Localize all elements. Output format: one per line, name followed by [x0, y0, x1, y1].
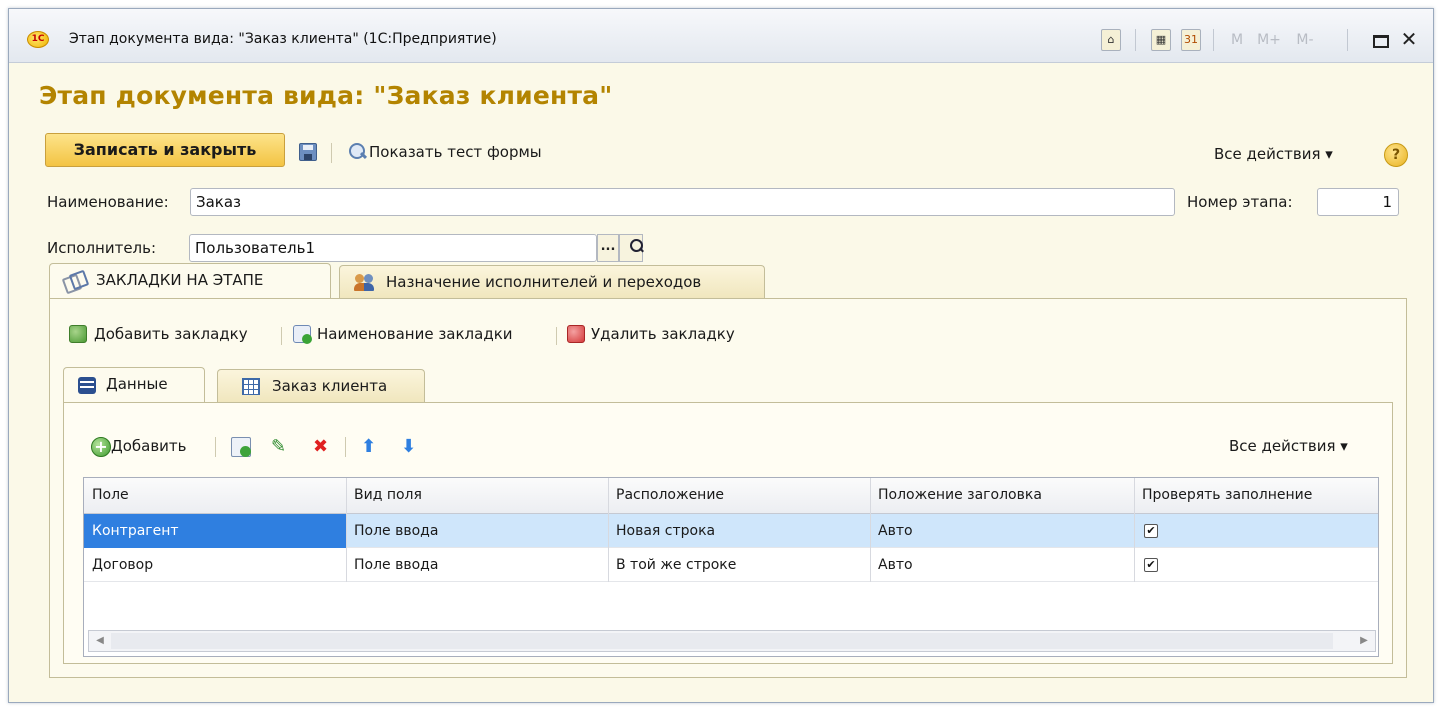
rename-bookmark-button[interactable]: Наименование закладки — [317, 325, 513, 343]
close-icon[interactable]: ✕ — [1397, 27, 1421, 53]
form-title: Этап документа вида: "Заказ клиента" — [39, 81, 613, 110]
copy-icon[interactable] — [231, 437, 251, 457]
command-separator — [281, 327, 282, 345]
chevron-down-icon: ▾ — [1325, 145, 1333, 163]
tab-label: Данные — [106, 375, 168, 393]
cell-title-position[interactable]: Авто — [870, 514, 1134, 548]
add-row-button[interactable]: Добавить — [111, 437, 187, 455]
table-header: Поле Вид поля Расположение Положение заг… — [84, 478, 1378, 514]
tab-label: Назначение исполнителей и переходов — [386, 273, 702, 291]
memory-plus-button[interactable]: M+ — [1255, 27, 1283, 53]
all-actions-label: Все действия — [1229, 437, 1336, 455]
chevron-down-icon: ▾ — [1340, 437, 1348, 455]
toolbar-separator — [1135, 29, 1136, 51]
calendar-icon[interactable]: 31 — [1181, 29, 1201, 51]
column-header-title-position[interactable]: Положение заголовка — [870, 478, 1134, 512]
cell-field[interactable]: Контрагент — [84, 514, 346, 548]
table-all-actions-menu[interactable]: Все действия ▾ — [1229, 437, 1348, 455]
window-title: Этап документа вида: "Заказ клиента" (1С… — [69, 31, 497, 47]
column-divider — [1134, 478, 1135, 582]
cell-field[interactable]: Договор — [84, 548, 346, 582]
tab-customer-order[interactable]: Заказ клиента — [217, 369, 425, 403]
tab-label: Заказ клиента — [272, 377, 388, 395]
scroll-left-icon[interactable]: ◀ — [89, 631, 111, 651]
all-actions-label: Все действия — [1214, 145, 1321, 163]
add-bookmark-button[interactable]: Добавить закладку — [94, 325, 248, 343]
command-separator — [556, 327, 557, 345]
fields-table: Поле Вид поля Расположение Положение заг… — [83, 477, 1379, 657]
executor-label: Исполнитель: — [47, 239, 157, 257]
check-filling-checkbox[interactable]: ✔ — [1144, 558, 1158, 572]
move-down-icon[interactable]: ⬇ — [401, 437, 416, 457]
command-separator — [345, 437, 346, 457]
delete-bookmark-icon[interactable] — [567, 325, 585, 343]
save-icon[interactable] — [299, 143, 317, 161]
scroll-thumb[interactable] — [111, 633, 1333, 649]
calculator-icon[interactable]: ▦ — [1151, 29, 1171, 51]
stage-number-label: Номер этапа: — [1187, 193, 1293, 211]
users-icon — [354, 274, 374, 292]
column-header-check-filling[interactable]: Проверять заполнение — [1134, 478, 1380, 512]
database-icon — [78, 377, 96, 394]
save-and-close-button[interactable]: Записать и закрыть — [45, 133, 285, 167]
memory-button[interactable]: M — [1227, 27, 1247, 53]
delete-icon[interactable]: ✖ — [313, 437, 328, 457]
add-bookmark-icon[interactable] — [69, 325, 87, 343]
edit-pencil-icon[interactable]: ✎ — [271, 437, 286, 457]
memory-minus-button[interactable]: M- — [1291, 27, 1319, 53]
toolbar-separator — [1213, 29, 1214, 51]
rename-bookmark-icon[interactable] — [293, 325, 312, 344]
executor-choice-button[interactable]: ... — [597, 234, 619, 262]
table-icon — [242, 378, 260, 395]
cell-title-position[interactable]: Авто — [870, 548, 1134, 582]
form-window: 1С Этап документа вида: "Заказ клиента" … — [8, 8, 1434, 703]
toolbar-separator — [1347, 29, 1348, 51]
tab-data[interactable]: Данные — [63, 367, 205, 403]
stage-number-field[interactable]: 1 — [1317, 188, 1399, 216]
add-row-icon[interactable]: + — [91, 437, 111, 457]
cell-placement[interactable]: В той же строке — [608, 548, 870, 582]
command-separator — [215, 437, 216, 457]
cell-kind[interactable]: Поле ввода — [346, 548, 608, 582]
column-divider — [346, 478, 347, 582]
table-row[interactable]: Контрагент Поле ввода Новая строка Авто … — [84, 514, 1378, 548]
scroll-right-icon[interactable]: ▶ — [1353, 631, 1375, 651]
table-row[interactable]: Договор Поле ввода В той же строке Авто … — [84, 548, 1378, 582]
horizontal-scrollbar[interactable]: ◀ ▶ — [88, 630, 1376, 652]
tab-label: ЗАКЛАДКИ НА ЭТАПЕ — [96, 271, 264, 289]
app-logo-icon[interactable]: 1С — [27, 31, 49, 48]
command-separator — [331, 143, 332, 163]
check-filling-checkbox[interactable]: ✔ — [1144, 524, 1158, 538]
tab-bookmarks-on-stage[interactable]: ЗАКЛАДКИ НА ЭТАПЕ — [49, 263, 331, 299]
executor-field[interactable]: Пользователь1 — [189, 234, 597, 262]
cell-placement[interactable]: Новая строка — [608, 514, 870, 548]
maximize-icon[interactable] — [1373, 35, 1389, 48]
title-bar: 1С Этап документа вида: "Заказ клиента" … — [9, 9, 1433, 63]
search-icon — [630, 239, 644, 253]
tab-executors-transitions[interactable]: Назначение исполнителей и переходов — [339, 265, 765, 299]
name-label: Наименование: — [47, 193, 169, 211]
show-form-test-button[interactable]: Показать тест формы — [369, 143, 542, 161]
help-icon[interactable]: ? — [1384, 143, 1408, 167]
column-header-field[interactable]: Поле — [84, 478, 346, 512]
preview-icon[interactable] — [349, 143, 367, 161]
name-field[interactable]: Заказ — [190, 188, 1175, 216]
column-header-kind[interactable]: Вид поля — [346, 478, 608, 512]
column-header-placement[interactable]: Расположение — [608, 478, 870, 512]
column-divider — [870, 478, 871, 582]
bookmarks-icon — [64, 272, 84, 290]
column-divider — [608, 478, 609, 582]
cell-kind[interactable]: Поле ввода — [346, 514, 608, 548]
link-icon[interactable]: ⌂ — [1101, 29, 1121, 51]
move-up-icon[interactable]: ⬆ — [361, 437, 376, 457]
all-actions-menu[interactable]: Все действия ▾ — [1214, 145, 1333, 163]
delete-bookmark-button[interactable]: Удалить закладку — [591, 325, 735, 343]
